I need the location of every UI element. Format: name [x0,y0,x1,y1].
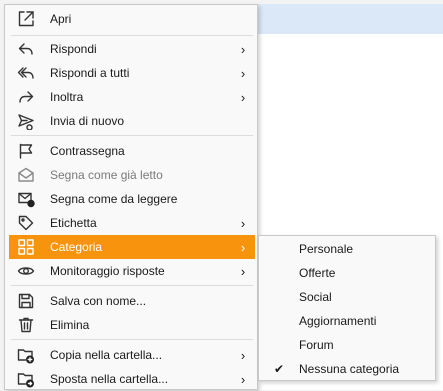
categoria-submenu: Personale Offerte Social Aggiornamenti F… [258,235,436,381]
menu-item-label: Copia nella cartella... [50,348,163,362]
menu-item-label: Categoria [50,240,103,254]
chevron-right-icon: › [240,65,246,81]
menu-item-label: Apri [50,12,72,26]
submenu-item-label: Nessuna categoria [299,362,400,376]
chevron-right-icon: › [240,215,246,231]
forward-icon [9,85,43,109]
menu-item-label: Sposta nella cartella... [50,372,169,386]
menu-item-rispondi[interactable]: Rispondi › [9,37,255,61]
chevron-right-icon: › [240,371,246,387]
menu-item-segna-come-da-leggere[interactable]: Segna come da leggere [9,187,255,211]
folder-move-icon [9,367,43,391]
menu-item-label: Segna come da leggere [50,192,178,206]
menu-separator [11,285,253,286]
menu-separator [11,35,253,36]
submenu-item-label: Aggiornamenti [299,314,377,328]
submenu-item-nessuna-categoria[interactable]: ✔ Nessuna categoria [259,357,435,381]
submenu-item-personale[interactable]: Personale [259,237,435,261]
menu-item-invia-di-nuovo[interactable]: Invia di nuovo [9,109,255,133]
menu-item-apri[interactable]: Apri [9,7,255,31]
reply-icon [9,37,43,61]
menu-item-elimina[interactable]: Elimina [9,313,255,337]
submenu-item-label: Personale [299,242,354,256]
menu-item-categoria[interactable]: Categoria › [9,235,255,259]
reply-all-icon [9,61,43,85]
menu-item-label: Contrassegna [50,144,125,158]
chevron-right-icon: › [240,89,246,105]
menu-item-rispondi-a-tutti[interactable]: Rispondi a tutti › [9,61,255,85]
eye-icon [9,259,43,283]
save-icon [9,289,43,313]
submenu-item-label: Offerte [299,266,336,280]
mail-unread-icon [9,187,43,211]
menu-item-label: Salva con nome... [50,294,147,308]
menu-item-label: Rispondi [50,42,97,56]
menu-item-label: Rispondi a tutti [50,66,130,80]
menu-item-label: Elimina [50,318,90,332]
menu-item-inoltra[interactable]: Inoltra › [9,85,255,109]
open-external-icon [9,7,43,31]
submenu-item-forum[interactable]: Forum [259,333,435,357]
menu-item-label: Invia di nuovo [50,114,125,128]
menu-separator [11,339,253,340]
menu-item-label: Etichetta [50,216,97,230]
submenu-item-social[interactable]: Social [259,285,435,309]
mail-read-icon [9,163,43,187]
resend-icon [9,109,43,133]
menu-item-salva-con-nome[interactable]: Salva con nome... [9,289,255,313]
chevron-right-icon: › [240,239,246,255]
menu-item-contrassegna[interactable]: Contrassegna [9,139,255,163]
folder-copy-icon [9,343,43,367]
menu-separator [11,135,253,136]
submenu-item-label: Social [299,290,332,304]
selected-message-row[interactable] [250,4,443,34]
submenu-item-aggiornamenti[interactable]: Aggiornamenti [259,309,435,333]
menu-item-etichetta[interactable]: Etichetta › [9,211,255,235]
flag-icon [9,139,43,163]
menu-item-copia-nella-cartella[interactable]: Copia nella cartella... › [9,343,255,367]
trash-icon [9,313,43,337]
context-menu: Apri Rispondi › Rispondi a tutti › Inolt… [4,4,258,390]
menu-item-label: Monitoraggio risposte [50,264,165,278]
menu-item-label: Segna come già letto [50,168,163,182]
chevron-right-icon: › [240,41,246,57]
checkmark-icon: ✔ [273,362,285,376]
menu-item-monitoraggio-risposte[interactable]: Monitoraggio risposte › [9,259,255,283]
submenu-item-label: Forum [299,338,334,352]
menu-item-sposta-nella-cartella[interactable]: Sposta nella cartella... › [9,367,255,391]
chevron-right-icon: › [240,263,246,279]
submenu-item-offerte[interactable]: Offerte [259,261,435,285]
category-grid-icon [9,235,43,259]
chevron-right-icon: › [240,347,246,363]
menu-item-label: Inoltra [50,90,84,104]
tag-icon [9,211,43,235]
menu-item-segna-come-gia-letto[interactable]: Segna come già letto [9,163,255,187]
